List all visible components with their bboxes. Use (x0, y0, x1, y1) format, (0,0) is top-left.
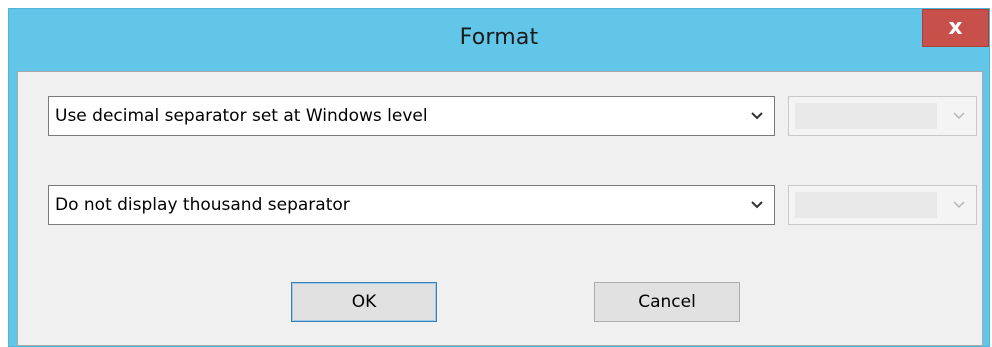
decimal-separator-secondary-value (795, 103, 937, 129)
ok-button[interactable]: OK (291, 282, 437, 322)
thousand-separator-dropdown[interactable]: Do not display thousand separator (48, 185, 775, 225)
decimal-separator-value: Use decimal separator set at Windows lev… (55, 106, 428, 126)
decimal-separator-secondary-dropdown (788, 96, 977, 136)
close-button[interactable]: x (922, 9, 989, 47)
thousand-separator-secondary-dropdown (788, 185, 977, 225)
close-icon: x (948, 15, 963, 40)
title-bar[interactable]: Format x (9, 9, 989, 67)
decimal-separator-dropdown[interactable]: Use decimal separator set at Windows lev… (48, 96, 775, 136)
format-dialog: Format x Use decimal separator set at Wi… (8, 8, 990, 347)
chevron-down-icon (942, 97, 976, 135)
thousand-separator-value: Do not display thousand separator (55, 195, 350, 215)
chevron-down-icon (740, 97, 774, 135)
chevron-down-icon (942, 186, 976, 224)
chevron-down-icon (740, 186, 774, 224)
dialog-title: Format (459, 25, 539, 50)
thousand-separator-secondary-value (795, 192, 937, 218)
dialog-body: Use decimal separator set at Windows lev… (17, 71, 983, 346)
cancel-button[interactable]: Cancel (594, 282, 740, 322)
